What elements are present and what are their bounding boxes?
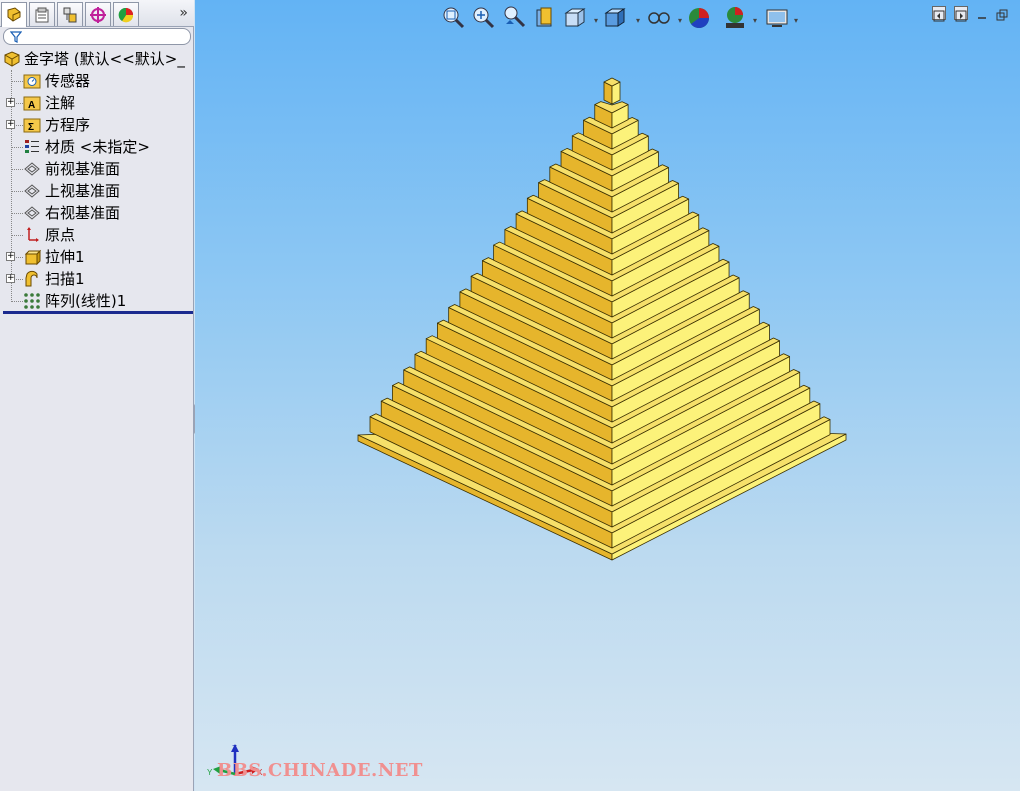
restore-icon[interactable] <box>996 6 1010 21</box>
heads-up-view-toolbar: ▾ ▾ ▾ ▾ ▾ <box>440 4 820 32</box>
apply-scene-icon[interactable] <box>722 4 748 32</box>
plane-icon <box>23 204 41 222</box>
dimxpert-tab-icon[interactable] <box>85 2 111 26</box>
annotations-folder-icon: A <box>23 94 41 112</box>
pyramid-model[interactable] <box>195 0 1020 791</box>
previous-view-icon[interactable] <box>502 4 528 32</box>
hide-show-items-icon[interactable] <box>646 4 672 32</box>
tree-connector <box>11 301 23 302</box>
tile-right-button[interactable] <box>954 6 968 22</box>
tree-expand-toggle[interactable]: + <box>6 252 15 261</box>
more-tabs-button[interactable]: » <box>179 4 188 22</box>
tree-item[interactable]: 传感器 <box>0 70 194 92</box>
tree-item-label: 传感器 <box>45 72 91 90</box>
watermark-text: BBS.CHINADE.NET <box>217 760 423 781</box>
extrude-feature-icon <box>23 248 42 266</box>
sensors-folder-icon <box>23 72 41 90</box>
panel-tab-bar: » <box>0 0 194 27</box>
minimize-icon[interactable] <box>976 6 990 20</box>
rollback-bar[interactable] <box>3 311 193 314</box>
feature-manager-panel: » 金字塔 (默认<<默认>_ 传感器 + A 注解 + Σ 方程序材质 <未指定> 前视基准面… <box>0 0 194 791</box>
tree-connector <box>11 213 23 214</box>
view-settings-icon[interactable] <box>764 4 790 32</box>
tree-expand-toggle[interactable]: + <box>6 274 15 283</box>
view-orientation-icon[interactable] <box>562 4 588 32</box>
configurationmanager-tab-icon[interactable] <box>57 2 83 26</box>
tree-item[interactable]: + Σ 方程序 <box>0 114 194 136</box>
dropdown-caret-icon[interactable]: ▾ <box>636 17 640 25</box>
graphics-area[interactable]: ▾ ▾ ▾ ▾ ▾ Z X Y <box>195 0 1020 791</box>
tree-item-label: 注解 <box>45 94 76 112</box>
tree-item[interactable]: 材质 <未指定> <box>0 136 194 158</box>
tree-item-label: 拉伸1 <box>45 248 85 266</box>
tree-item[interactable]: 上视基准面 <box>0 180 194 202</box>
zoom-to-fit-icon[interactable] <box>440 4 466 32</box>
tree-connector <box>11 81 23 82</box>
tree-item-label: 阵列(线性)1 <box>45 292 127 310</box>
tree-item-label: 方程序 <box>45 116 91 134</box>
tree-connector <box>11 169 23 170</box>
tree-item-label: 右视基准面 <box>45 204 121 222</box>
filter-icon <box>10 31 22 43</box>
tree-connector <box>11 191 23 192</box>
dropdown-caret-icon[interactable]: ▾ <box>753 17 757 25</box>
tree-item[interactable]: 右视基准面 <box>0 202 194 224</box>
tree-item[interactable]: 前视基准面 <box>0 158 194 180</box>
dropdown-caret-icon[interactable]: ▾ <box>794 17 798 25</box>
triad-z-label: Z <box>232 744 237 753</box>
tree-item[interactable]: + A 注解 <box>0 92 194 114</box>
zoom-to-area-icon[interactable] <box>470 4 496 32</box>
tree-item[interactable]: + 扫描1 <box>0 268 194 290</box>
tree-item-label: 扫描1 <box>45 270 85 288</box>
tree-expand-toggle[interactable]: + <box>6 98 15 107</box>
dropdown-caret-icon[interactable]: ▾ <box>594 17 598 25</box>
tree-connector <box>11 235 23 236</box>
equations-folder-icon: Σ <box>23 116 41 134</box>
svg-text:Σ: Σ <box>28 122 34 133</box>
origin-icon <box>23 226 41 244</box>
tree-item-label: 原点 <box>45 226 76 244</box>
linear-pattern-icon <box>23 292 41 310</box>
tree-item[interactable]: 原点 <box>0 224 194 246</box>
plane-icon <box>23 160 41 178</box>
tree-root-part[interactable]: 金字塔 (默认<<默认>_ <box>0 48 194 70</box>
triad-y-label: Y <box>207 768 213 777</box>
material-icon <box>23 138 41 156</box>
window-controls <box>932 6 1016 22</box>
edit-appearance-icon[interactable] <box>686 4 712 32</box>
svg-text:A: A <box>28 100 35 111</box>
propertymanager-tab-icon[interactable] <box>29 2 55 26</box>
tree-connector <box>11 147 23 148</box>
tree-item[interactable]: 阵列(线性)1 <box>0 290 194 312</box>
part-icon <box>3 50 21 68</box>
tree-item-label: 金字塔 (默认<<默认>_ <box>24 50 185 68</box>
tile-left-button[interactable] <box>932 6 946 22</box>
tree-item-label: 前视基准面 <box>45 160 121 178</box>
plane-icon <box>23 182 41 200</box>
tree-item[interactable]: + 拉伸1 <box>0 246 194 268</box>
sweep-feature-icon <box>23 270 41 288</box>
feature-filter-input[interactable] <box>3 28 191 45</box>
dropdown-caret-icon[interactable]: ▾ <box>678 17 682 25</box>
tree-expand-toggle[interactable]: + <box>6 120 15 129</box>
tree-item-label: 材质 <未指定> <box>45 138 150 156</box>
featuremanager-tab-icon[interactable] <box>1 2 27 27</box>
section-view-icon[interactable] <box>532 4 558 32</box>
tree-item-label: 上视基准面 <box>45 182 121 200</box>
display-manager-tab-icon[interactable] <box>113 2 139 26</box>
display-style-icon[interactable] <box>602 4 628 32</box>
